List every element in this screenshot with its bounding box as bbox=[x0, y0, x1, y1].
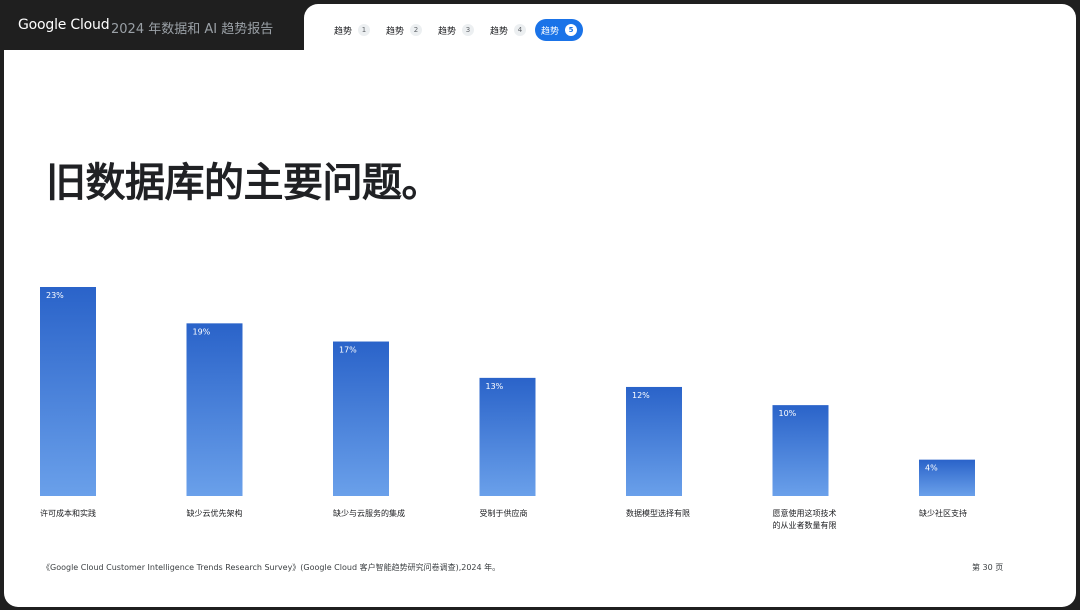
bar-5 bbox=[626, 386, 682, 496]
category-label: 数据模型选择有限 bbox=[626, 508, 690, 518]
category-label: 缺少云优先架构 bbox=[187, 508, 243, 518]
category-label: 的从业者数量有限 bbox=[773, 520, 837, 530]
bar-3 bbox=[333, 341, 389, 496]
bar-value-label: 19% bbox=[193, 327, 211, 336]
bar-2 bbox=[186, 323, 243, 496]
bar-value-label: 17% bbox=[339, 346, 357, 355]
bar-4 bbox=[479, 377, 536, 496]
bar-value-label: 4% bbox=[925, 464, 938, 473]
bar-value-label: 23% bbox=[46, 291, 64, 300]
bar-6 bbox=[772, 405, 829, 496]
watermark-text: 大数跨境 bbox=[46, 581, 114, 602]
bar-value-label: 13% bbox=[486, 382, 504, 391]
bar-value-label: 10% bbox=[779, 409, 797, 418]
category-label: 缺少社区支持 bbox=[919, 508, 967, 518]
bar-1 bbox=[40, 287, 96, 496]
bar-chart: 23% 许可成本和实践 19% 缺少云优先架构 17% 缺少与云服务的集成 13% 受制于供应… bbox=[40, 287, 975, 530]
bar-value-label: 12% bbox=[632, 391, 650, 400]
watermark-logo: 大数跨境 bbox=[12, 581, 114, 602]
category-label: 许可成本和实践 bbox=[40, 508, 96, 518]
category-label: 愿意使用这项技术 bbox=[773, 508, 837, 518]
source-footnote: 《Google Cloud Customer Intelligence Tren… bbox=[42, 563, 501, 572]
watermark-mark bbox=[12, 582, 19, 600]
category-label: 受制于供应商 bbox=[480, 508, 528, 518]
page-number: 第 30 页 bbox=[972, 563, 1004, 572]
category-label: 缺少与云服务的集成 bbox=[333, 508, 405, 518]
